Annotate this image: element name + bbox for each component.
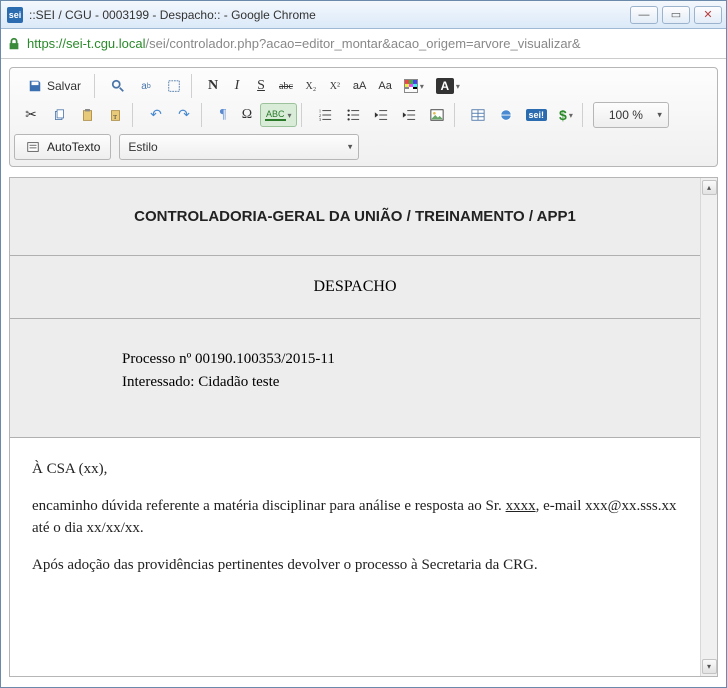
undo-button[interactable]: ↶ [143, 103, 169, 127]
replace-button[interactable]: ab [133, 74, 159, 98]
find-button[interactable] [105, 74, 131, 98]
redo-icon: ↷ [176, 107, 192, 123]
table-icon [470, 107, 486, 123]
document-area: CONTROLADORIA-GERAL DA UNIÃO / TREINAMEN… [9, 177, 718, 677]
magnifier-icon [110, 78, 126, 94]
window-titlebar: sei ::SEI / CGU - 0003199 - Despacho:: -… [1, 1, 726, 29]
doc-body-p1: encaminho dúvida referente a matéria dis… [32, 495, 678, 540]
scroll-up-button[interactable]: ▴ [702, 180, 717, 195]
window-maximize-button[interactable]: ▭ [662, 6, 690, 24]
spellcheck-icon: ABC [265, 109, 286, 121]
indent-button[interactable] [396, 103, 422, 127]
strikethrough-button[interactable]: abc [274, 74, 298, 98]
save-button[interactable]: Salvar [18, 74, 90, 98]
lock-icon [7, 37, 21, 51]
indent-icon [401, 107, 417, 123]
zoom-value: 100 % [609, 108, 643, 122]
autotext-button[interactable]: AutoTexto [14, 134, 111, 160]
favicon-icon: sei [7, 7, 23, 23]
zoom-select[interactable]: 100 % [593, 102, 669, 128]
editor-toolbar: Salvar ab N I S abc X₂ X² aA Aa [9, 67, 718, 167]
color-grid-icon [404, 79, 418, 93]
doc-body-greeting: À CSA (xx), [32, 458, 678, 481]
address-bar[interactable]: https://sei-t.cgu.local/sei/controlador.… [1, 29, 726, 59]
ol-icon: 123 [317, 107, 333, 123]
insert-sei-protocol-button[interactable]: sei! [521, 103, 553, 127]
numbered-list-button[interactable]: 123 [312, 103, 338, 127]
doc-header-title: CONTROLADORIA-GERAL DA UNIÃO / TREINAMEN… [30, 208, 680, 225]
uppercase-button[interactable]: aA [348, 74, 371, 98]
url-text: https://sei-t.cgu.local/sei/controlador.… [27, 36, 581, 51]
paste-button[interactable] [74, 103, 100, 127]
scissors-icon: ✂ [23, 107, 39, 123]
image-icon [429, 107, 445, 123]
document-content[interactable]: CONTROLADORIA-GERAL DA UNIÃO / TREINAMEN… [10, 178, 700, 676]
copy-button[interactable] [46, 103, 72, 127]
autotext-label: AutoTexto [47, 140, 100, 154]
superscript-button[interactable]: X² [324, 74, 346, 98]
special-char-button[interactable]: Ω [236, 103, 258, 127]
editor-container: Salvar ab N I S abc X₂ X² aA Aa [1, 59, 726, 687]
copy-icon [51, 107, 67, 123]
sei-badge-icon: sei! [526, 109, 548, 121]
insert-image-button[interactable] [424, 103, 450, 127]
outdent-button[interactable] [368, 103, 394, 127]
save-label: Salvar [47, 79, 81, 93]
bulleted-list-button[interactable] [340, 103, 366, 127]
paste-icon [79, 107, 95, 123]
redo-button[interactable]: ↷ [171, 103, 197, 127]
window-title: ::SEI / CGU - 0003199 - Despacho:: - Goo… [29, 8, 630, 22]
show-blocks-button[interactable]: ¶ [212, 103, 234, 127]
dollar-icon: $ [559, 107, 567, 123]
doc-type-label: DESPACHO [314, 278, 397, 295]
subscript-button[interactable]: X₂ [300, 74, 322, 98]
lowercase-button[interactable]: Aa [373, 74, 396, 98]
toolbar-row-2: ✂ T ↶ ↷ ¶ Ω ABC▾ 123 [14, 100, 713, 130]
doc-body-p2: Após adoção das providências pertinentes… [32, 554, 678, 577]
doc-type-section: DESPACHO [10, 256, 700, 319]
toolbar-row-1: Salvar ab N I S abc X₂ X² aA Aa [14, 72, 713, 100]
select-all-button[interactable] [161, 74, 187, 98]
insert-link-button[interactable] [493, 103, 519, 127]
paste-text-icon: T [107, 107, 123, 123]
italic-button[interactable]: I [226, 74, 248, 98]
toolbar-row-3: AutoTexto Estilo [14, 130, 713, 162]
insert-table-button[interactable] [465, 103, 491, 127]
underline-button[interactable]: S [250, 74, 272, 98]
doc-info-section: Processo nº 00190.100353/2015-11 Interes… [10, 319, 700, 438]
doc-header-section: CONTROLADORIA-GERAL DA UNIÃO / TREINAMEN… [10, 178, 700, 256]
browser-window: sei ::SEI / CGU - 0003199 - Despacho:: -… [0, 0, 727, 688]
style-select[interactable]: Estilo [119, 134, 359, 160]
doc-body[interactable]: À CSA (xx), encaminho dúvida referente a… [10, 438, 700, 610]
style-select-value: Estilo [128, 140, 157, 154]
window-controls: — ▭ ✕ [630, 6, 722, 24]
paste-text-button[interactable]: T [102, 103, 128, 127]
cut-button[interactable]: ✂ [18, 103, 44, 127]
letter-a-icon: A [436, 78, 454, 94]
bold-button[interactable]: N [202, 74, 224, 98]
replace-icon: ab [138, 78, 154, 94]
disk-icon [27, 78, 43, 94]
undo-icon: ↶ [148, 107, 164, 123]
scrollbar[interactable]: ▴ ▾ [700, 178, 717, 676]
window-minimize-button[interactable]: — [630, 6, 658, 24]
doc-process-number: Processo nº 00190.100353/2015-11 [122, 351, 680, 368]
doc-interested-party: Interessado: Cidadão teste [122, 374, 680, 391]
spellcheck-button[interactable]: ABC▾ [260, 103, 297, 127]
text-color-button[interactable]: ▾ [399, 74, 429, 98]
link-icon [498, 107, 514, 123]
select-all-icon [166, 78, 182, 94]
autotext-icon [25, 139, 41, 155]
svg-text:3: 3 [318, 117, 321, 122]
window-close-button[interactable]: ✕ [694, 6, 722, 24]
background-color-button[interactable]: A▾ [431, 74, 465, 98]
ul-icon [345, 107, 361, 123]
outdent-icon [373, 107, 389, 123]
scroll-down-button[interactable]: ▾ [702, 659, 717, 674]
svg-text:T: T [113, 113, 117, 120]
insert-value-button[interactable]: $▾ [554, 103, 578, 127]
